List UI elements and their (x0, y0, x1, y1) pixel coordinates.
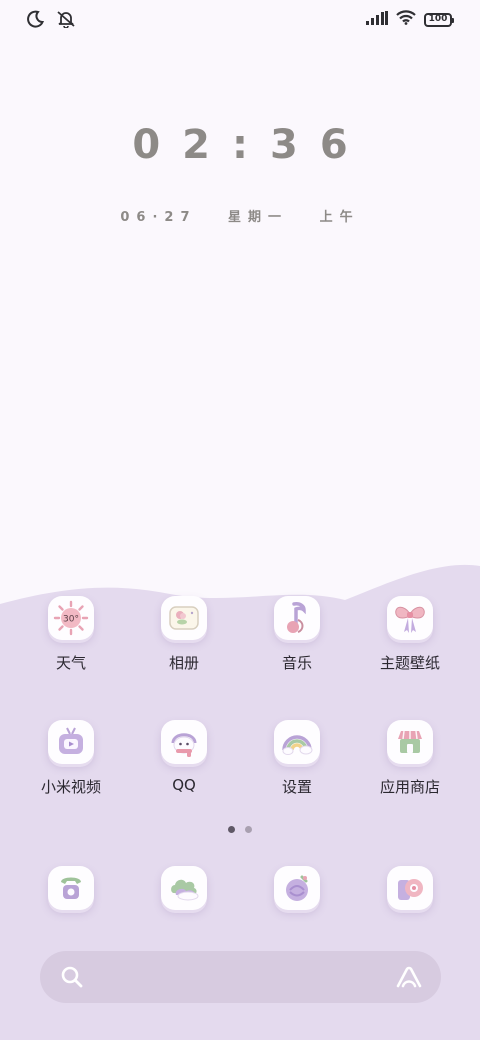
signal-icon (366, 10, 388, 29)
app-settings[interactable]: 设置 (242, 720, 352, 797)
settings-rainbow-icon (274, 720, 320, 764)
page-dot-current[interactable] (228, 826, 235, 833)
gallery-icon (161, 596, 207, 640)
app-store-icon (387, 720, 433, 764)
clock-date: 06·27 (120, 210, 197, 225)
bell-muted-icon (56, 10, 76, 32)
app-weather[interactable]: 30° 天气 (16, 596, 126, 673)
dock-app-phone[interactable] (16, 866, 126, 910)
clock-period: 上午 (319, 210, 360, 225)
music-note-icon (274, 596, 320, 640)
status-bar: 100 (0, 0, 480, 40)
app-label: 音乐 (281, 654, 312, 672)
page-indicator (0, 826, 480, 833)
dock-app-camera[interactable] (355, 866, 465, 910)
app-label: 应用商店 (379, 778, 440, 796)
app-label: 相册 (168, 654, 199, 672)
app-mi-video[interactable]: 小米视频 (16, 720, 126, 797)
clock-date-row: 06·27 星期一 上午 (0, 206, 480, 225)
app-gallery[interactable]: 相册 (129, 596, 239, 673)
browser-icon (274, 866, 320, 910)
clock-weekday: 星期一 (228, 210, 289, 225)
page-dot[interactable] (245, 826, 252, 833)
app-music[interactable]: 音乐 (242, 596, 352, 673)
app-themes[interactable]: 主题壁纸 (355, 596, 465, 673)
moon-icon (26, 10, 45, 32)
assistant-icon[interactable] (395, 964, 423, 994)
weather-sun-icon: 30° (48, 596, 94, 640)
app-label: QQ (172, 776, 196, 794)
app-label: 小米视频 (40, 778, 101, 796)
messages-cloud-icon (161, 866, 207, 910)
app-qq[interactable]: QQ (129, 720, 239, 794)
app-store[interactable]: 应用商店 (355, 720, 465, 797)
clock-time[interactable]: 02:36 (0, 122, 480, 168)
theme-bow-icon (387, 596, 433, 640)
dock-app-browser[interactable] (242, 866, 352, 910)
search-icon[interactable] (60, 965, 84, 993)
tv-video-icon (48, 720, 94, 764)
qq-penguin-icon (161, 720, 207, 764)
app-label: 设置 (281, 778, 312, 796)
app-label: 天气 (55, 654, 86, 672)
wifi-icon (396, 10, 416, 29)
search-bar[interactable] (40, 951, 441, 1003)
dock-app-messages[interactable] (129, 866, 239, 910)
weather-temperature: 30° (63, 615, 79, 625)
battery-icon: 100 (424, 12, 454, 27)
app-label: 主题壁纸 (379, 654, 440, 672)
camera-icon (387, 866, 433, 910)
phone-icon (48, 866, 94, 910)
